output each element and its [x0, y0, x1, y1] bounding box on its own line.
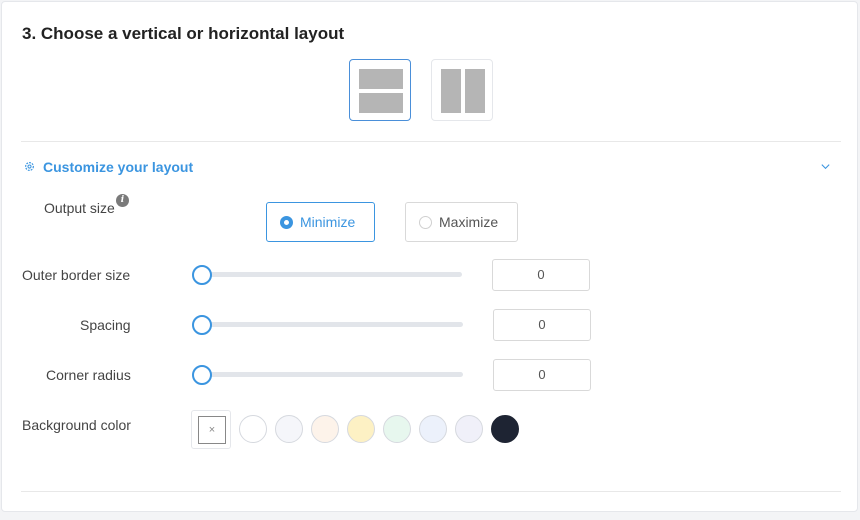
vertical-layout-option[interactable]: [349, 59, 411, 121]
gear-icon: [25, 162, 34, 171]
color-swatch[interactable]: [347, 415, 375, 443]
info-icon[interactable]: i: [116, 194, 129, 207]
color-swatch[interactable]: [491, 415, 519, 443]
outer-border-slider-track[interactable]: [202, 272, 462, 277]
color-swatch[interactable]: [311, 415, 339, 443]
color-swatch[interactable]: [455, 415, 483, 443]
no-background-swatch[interactable]: ×: [191, 410, 231, 449]
layout-block-top: [359, 69, 403, 89]
color-swatch[interactable]: [275, 415, 303, 443]
divider: [21, 141, 841, 142]
radio-unselected-icon: [419, 216, 432, 229]
chevron-down-icon: [821, 164, 830, 170]
layout-block-bottom: [359, 93, 403, 113]
maximize-option[interactable]: Maximize: [405, 202, 518, 242]
color-swatch[interactable]: [239, 415, 267, 443]
spacing-input[interactable]: 0: [493, 309, 591, 341]
minimize-label: Minimize: [300, 214, 356, 230]
color-swatch[interactable]: [419, 415, 447, 443]
spacing-label: Spacing: [80, 317, 131, 333]
corner-radius-slider-thumb[interactable]: [192, 365, 212, 385]
maximize-label: Maximize: [439, 214, 499, 230]
customize-layout-toggle[interactable]: Customize your layout: [21, 152, 841, 182]
layout-block-left: [441, 69, 461, 113]
section-title: 3. Choose a vertical or horizontal layou…: [22, 24, 345, 43]
minimize-option[interactable]: Minimize: [266, 202, 375, 242]
corner-radius-slider-track[interactable]: [202, 372, 463, 377]
corner-radius-input[interactable]: 0: [493, 359, 591, 391]
outer-border-slider-thumb[interactable]: [192, 265, 212, 285]
spacing-slider-thumb[interactable]: [192, 315, 212, 335]
output-size-label: Output size: [44, 200, 115, 216]
corner-radius-label: Corner radius: [46, 367, 131, 383]
color-swatch[interactable]: [383, 415, 411, 443]
radio-selected-icon: [280, 216, 293, 229]
layout-card: 3. Choose a vertical or horizontal layou…: [1, 1, 858, 512]
close-icon: ×: [198, 416, 226, 444]
layout-block-right: [465, 69, 485, 113]
divider: [21, 491, 841, 492]
horizontal-layout-option[interactable]: [431, 59, 493, 121]
background-color-label: Background color: [22, 417, 131, 433]
spacing-slider-track[interactable]: [202, 322, 463, 327]
outer-border-input[interactable]: 0: [492, 259, 590, 291]
outer-border-size-label: Outer border size: [22, 267, 131, 283]
customize-layout-title: Customize your layout: [43, 159, 194, 175]
